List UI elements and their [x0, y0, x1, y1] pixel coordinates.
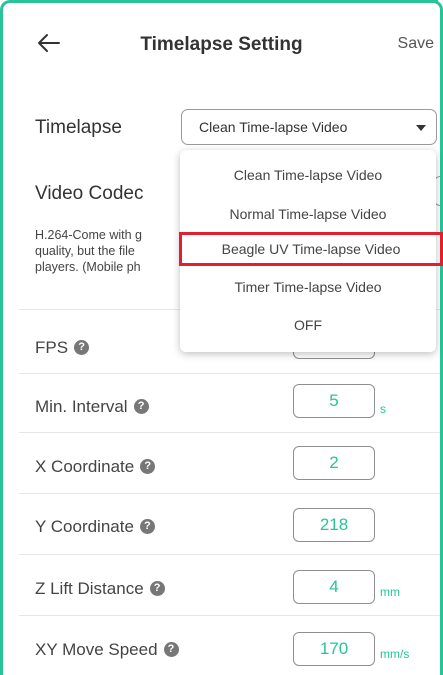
min-interval-label-text: Min. Interval	[35, 397, 128, 416]
timelapse-dropdown-menu: Clean Time-lapse Video Normal Time-lapse…	[179, 150, 443, 352]
xy-move-speed-unit: mm/s	[380, 647, 410, 661]
question-circle-icon[interactable]: ?	[140, 459, 156, 475]
z-lift-distance-input[interactable]: 4	[293, 570, 375, 604]
min-interval-unit: s	[380, 402, 386, 416]
app-frame: Timelapse Setting Save Timelapse Clean T…	[0, 0, 443, 675]
dropdown-option-clean[interactable]: Clean Time-lapse Video	[180, 161, 436, 189]
divider	[19, 493, 440, 494]
xy-move-speed-input[interactable]: 170	[293, 632, 375, 666]
z-lift-distance-label: Z Lift Distance?	[35, 579, 165, 599]
z-lift-distance-unit: mm	[380, 585, 400, 599]
question-circle-icon[interactable]: ?	[74, 340, 90, 356]
dropdown-option-off[interactable]: OFF	[180, 311, 436, 339]
question-circle-icon[interactable]: ?	[139, 519, 155, 535]
divider	[19, 373, 440, 374]
y-coordinate-input[interactable]: 218	[293, 508, 375, 542]
header: Timelapse Setting Save	[3, 3, 440, 87]
description-line: players. (Mobile ph	[35, 260, 141, 274]
question-circle-icon[interactable]: ?	[163, 642, 179, 658]
x-coordinate-label-text: X Coordinate	[35, 457, 135, 476]
caret-down-icon	[416, 125, 426, 131]
dropdown-option-normal[interactable]: Normal Time-lapse Video	[180, 200, 436, 228]
x-coordinate-label: X Coordinate?	[35, 457, 156, 477]
dropdown-option-beagle-uv[interactable]: Beagle UV Time-lapse Video	[179, 232, 443, 266]
arrow-left-icon[interactable]	[37, 33, 61, 53]
fps-label-text: FPS	[35, 338, 69, 357]
divider	[19, 432, 440, 433]
dropdown-option-timer[interactable]: Timer Time-lapse Video	[180, 273, 436, 301]
page-title: Timelapse Setting	[140, 34, 303, 55]
save-button[interactable]: Save	[398, 35, 434, 53]
xy-move-speed-label: XY Move Speed?	[35, 640, 179, 660]
min-interval-input[interactable]: 5	[293, 384, 375, 418]
divider	[19, 554, 440, 555]
timelapse-label: Timelapse	[35, 117, 122, 138]
z-lift-distance-label-text: Z Lift Distance	[35, 579, 144, 598]
description-line: quality, but the file	[35, 244, 135, 258]
y-coordinate-label-text: Y Coordinate	[35, 517, 134, 536]
fps-label: FPS?	[35, 338, 90, 358]
x-coordinate-input[interactable]: 2	[293, 446, 375, 480]
question-circle-icon[interactable]: ?	[149, 581, 165, 597]
video-codec-description: H.264-Come with g quality, but the file …	[35, 227, 185, 275]
xy-move-speed-label-text: XY Move Speed	[35, 640, 158, 659]
description-line: H.264-Come with g	[35, 228, 142, 242]
timelapse-select[interactable]: Clean Time-lapse Video	[181, 109, 437, 145]
timelapse-selected-value: Clean Time-lapse Video	[199, 119, 348, 135]
divider	[19, 615, 440, 616]
y-coordinate-label: Y Coordinate?	[35, 517, 155, 537]
min-interval-label: Min. Interval?	[35, 397, 149, 417]
video-codec-label: Video Codec	[35, 183, 144, 204]
question-circle-icon[interactable]: ?	[133, 399, 149, 415]
